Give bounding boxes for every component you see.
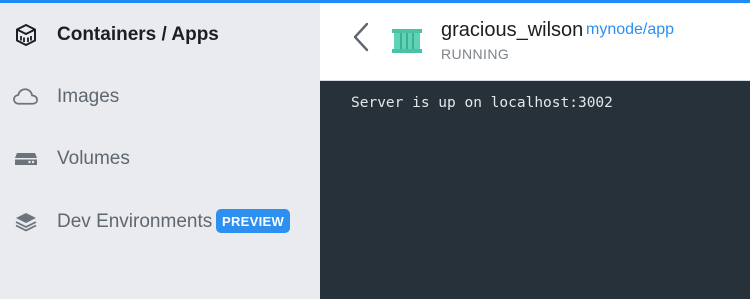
cloud-icon <box>12 84 39 111</box>
sidebar-item-images[interactable]: Images <box>0 71 320 123</box>
sidebar-item-dev-environments[interactable]: Dev Environments PREVIEW <box>0 196 320 248</box>
chevron-left-icon <box>352 22 370 57</box>
container-header: gracious_wilson mynode/app RUNNING <box>320 3 750 81</box>
preview-badge: PREVIEW <box>216 209 291 233</box>
sidebar-item-label: Images <box>57 86 120 107</box>
dev-environments-icon <box>12 209 39 236</box>
container-status: RUNNING <box>441 46 510 62</box>
sidebar-item-volumes[interactable]: Volumes <box>0 133 320 185</box>
logs-terminal[interactable]: Server is up on localhost:3002 <box>320 81 750 299</box>
sidebar-item-label: Containers / Apps <box>57 24 219 45</box>
container-cube-icon <box>12 22 39 49</box>
volume-drive-icon <box>12 146 39 173</box>
sidebar-item-containers-apps[interactable]: Containers / Apps <box>0 9 320 61</box>
container-name: gracious_wilson <box>441 19 584 41</box>
image-link[interactable]: mynode/app <box>586 21 674 39</box>
container-icon <box>390 25 424 55</box>
back-button[interactable] <box>346 21 376 57</box>
sidebar-item-label: Dev Environments <box>57 211 213 232</box>
log-line: Server is up on localhost:3002 <box>351 95 613 111</box>
sidebar: Containers / Apps Images Volumes Dev Env… <box>0 3 320 299</box>
sidebar-item-label: Volumes <box>57 148 130 169</box>
